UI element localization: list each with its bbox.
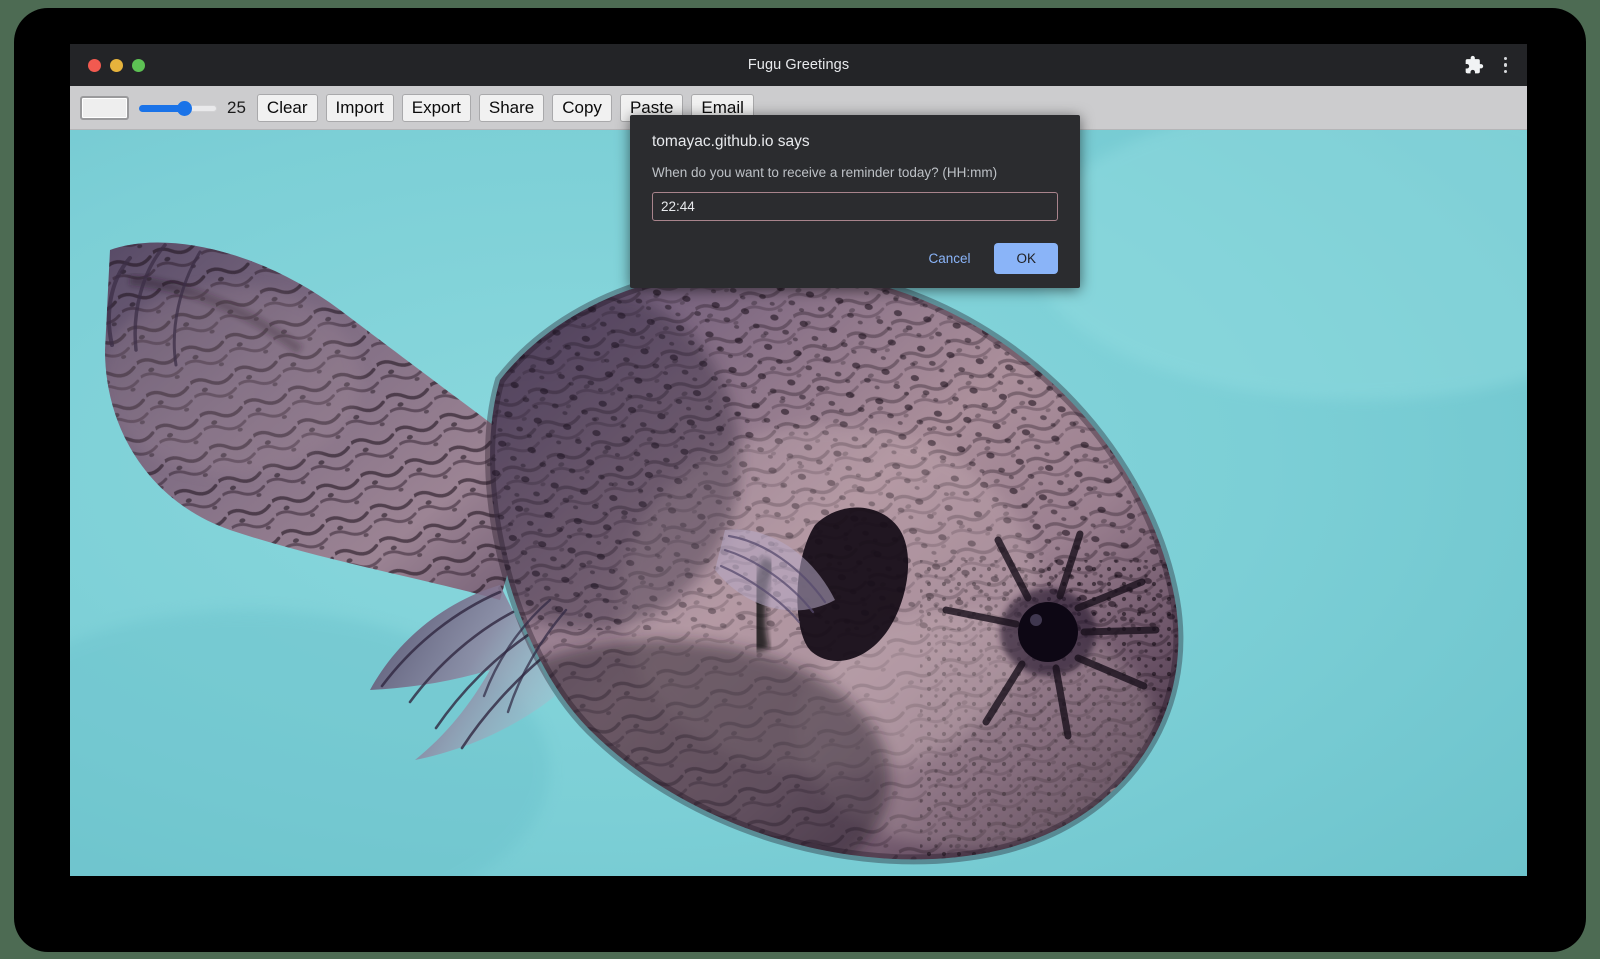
- window-titlebar: Fugu Greetings: [70, 44, 1527, 86]
- export-button[interactable]: Export: [402, 94, 471, 122]
- traffic-light-group: [88, 59, 145, 72]
- line-width-slider[interactable]: [139, 97, 217, 119]
- puzzle-icon[interactable]: [1464, 55, 1484, 75]
- close-window-button[interactable]: [88, 59, 101, 72]
- clear-button[interactable]: Clear: [257, 94, 318, 122]
- import-button[interactable]: Import: [326, 94, 394, 122]
- copy-button[interactable]: Copy: [552, 94, 612, 122]
- kebab-menu-icon[interactable]: [1498, 53, 1514, 78]
- javascript-prompt-dialog: tomayac.github.io says When do you want …: [630, 115, 1080, 288]
- titlebar-actions: [1464, 44, 1514, 86]
- device-frame: Fugu Greetings: [14, 8, 1586, 952]
- line-width-value: 25: [227, 98, 246, 118]
- dialog-origin-label: tomayac.github.io says: [652, 133, 1058, 151]
- slider-thumb[interactable]: [177, 101, 192, 116]
- cancel-button[interactable]: Cancel: [914, 243, 984, 274]
- browser-window: Fugu Greetings: [70, 44, 1527, 876]
- share-button[interactable]: Share: [479, 94, 544, 122]
- menu-dot: [1504, 57, 1508, 61]
- menu-dot: [1504, 70, 1508, 74]
- menu-dot: [1504, 63, 1508, 67]
- maximize-window-button[interactable]: [132, 59, 145, 72]
- ok-button[interactable]: OK: [994, 243, 1058, 274]
- dialog-message: When do you want to receive a reminder t…: [652, 165, 1058, 180]
- minimize-window-button[interactable]: [110, 59, 123, 72]
- reminder-time-input[interactable]: [652, 192, 1058, 221]
- page-title: Fugu Greetings: [70, 57, 1527, 73]
- color-picker-swatch[interactable]: [80, 96, 129, 120]
- dialog-button-row: Cancel OK: [652, 243, 1058, 274]
